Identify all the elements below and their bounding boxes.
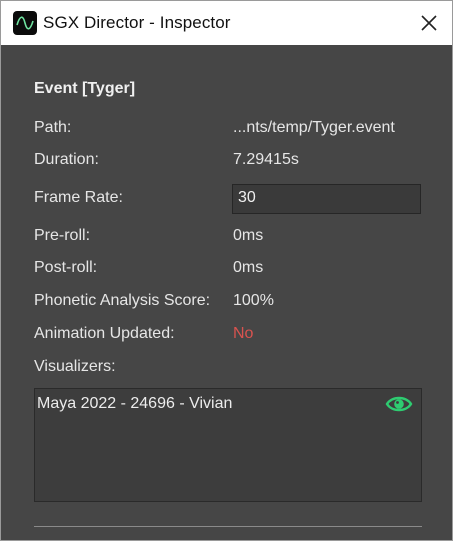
- path-value: ...nts/temp/Tyger.event: [233, 119, 395, 136]
- frame-rate-input[interactable]: 30: [232, 184, 421, 214]
- animation-updated-row: Animation Updated: No: [34, 325, 434, 349]
- divider: [34, 526, 422, 527]
- animation-updated-label: Animation Updated:: [34, 325, 175, 342]
- list-item[interactable]: Maya 2022 - 24696 - Vivian: [35, 389, 421, 419]
- inspector-window: SGX Director - Inspector Event [Tyger] P…: [0, 0, 453, 541]
- phonetic-score-label: Phonetic Analysis Score:: [34, 292, 211, 309]
- window-title: SGX Director - Inspector: [43, 13, 231, 32]
- path-row: Path: ...nts/temp/Tyger.event: [34, 119, 434, 143]
- pre-roll-row: Pre-roll: 0ms: [34, 227, 434, 251]
- title-bar[interactable]: SGX Director - Inspector: [1, 1, 452, 45]
- close-icon: [421, 15, 437, 31]
- duration-value: 7.29415s: [233, 151, 299, 168]
- path-label: Path:: [34, 119, 72, 136]
- duration-label: Duration:: [34, 151, 99, 168]
- visualizers-list[interactable]: Maya 2022 - 24696 - Vivian: [34, 388, 422, 502]
- post-roll-label: Post-roll:: [34, 259, 98, 276]
- visualizers-label: Visualizers:: [34, 358, 116, 375]
- post-roll-row: Post-roll: 0ms: [34, 259, 434, 283]
- visualizer-name: Maya 2022 - 24696 - Vivian: [37, 395, 233, 412]
- visualizers-row: Visualizers:: [34, 358, 434, 382]
- pre-roll-label: Pre-roll:: [34, 227, 91, 244]
- inspector-panel: Event [Tyger] Path: ...nts/temp/Tyger.ev…: [1, 45, 452, 540]
- post-roll-value: 0ms: [233, 259, 264, 276]
- phonetic-score-value: 100%: [233, 292, 274, 309]
- animation-updated-value: No: [233, 325, 254, 342]
- close-button[interactable]: [406, 1, 452, 45]
- frame-rate-label: Frame Rate:: [34, 189, 123, 206]
- phonetic-score-row: Phonetic Analysis Score: 100%: [34, 292, 434, 316]
- pre-roll-value: 0ms: [233, 227, 264, 244]
- app-waveform-icon: [13, 11, 37, 35]
- eye-icon[interactable]: [385, 394, 413, 414]
- frame-rate-row: Frame Rate: 30: [34, 184, 434, 214]
- duration-row: Duration: 7.29415s: [34, 151, 434, 175]
- event-heading: Event [Tyger]: [34, 80, 136, 97]
